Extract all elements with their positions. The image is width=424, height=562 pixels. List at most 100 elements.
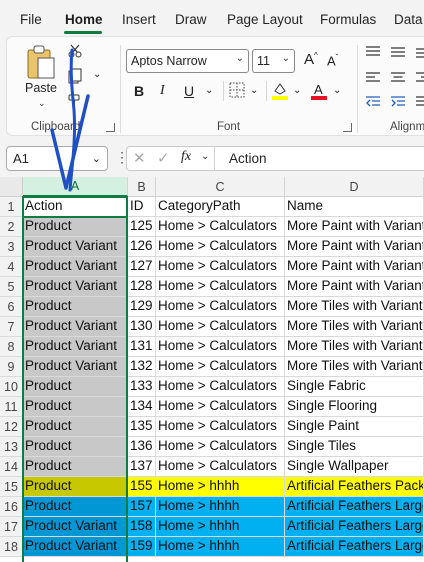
cell-a4[interactable]: Product Variant: [23, 257, 128, 277]
tab-page-layout[interactable]: Page Layout: [227, 12, 303, 27]
cell-b13[interactable]: 136: [128, 437, 156, 457]
cell-b18[interactable]: 159: [128, 537, 156, 557]
cell-c15[interactable]: Home > hhhh: [156, 477, 285, 497]
cell-d10[interactable]: Single Fabric: [285, 377, 424, 397]
cell-c9[interactable]: Home > Calculators: [156, 357, 285, 377]
cell-c1[interactable]: CategoryPath: [156, 197, 285, 217]
cell-b16[interactable]: 157: [128, 497, 156, 517]
cell-b15[interactable]: 155: [128, 477, 156, 497]
borders-icon[interactable]: [228, 81, 246, 99]
cell-c8[interactable]: Home > Calculators: [156, 337, 285, 357]
cell-d15[interactable]: Artificial Feathers Pack: [285, 477, 424, 497]
cell-d3[interactable]: More Paint with Variant: [285, 237, 424, 257]
row-header[interactable]: 17: [0, 517, 23, 537]
cell-c3[interactable]: Home > Calculators: [156, 237, 285, 257]
paste-icon[interactable]: [23, 43, 59, 81]
cell-c2[interactable]: Home > Calculators: [156, 217, 285, 237]
row-header[interactable]: 7: [0, 317, 23, 337]
cell-c7[interactable]: Home > Calculators: [156, 317, 285, 337]
format-painter-icon[interactable]: [67, 93, 83, 109]
cell-a9[interactable]: Product Variant: [23, 357, 128, 377]
underline-dropdown-chevron-icon[interactable]: ⌄: [205, 85, 213, 96]
cell-b2[interactable]: 125: [128, 217, 156, 237]
name-box[interactable]: A1 ⌄: [6, 146, 108, 171]
cell-a2[interactable]: Product: [23, 217, 128, 237]
cell-c4[interactable]: Home > Calculators: [156, 257, 285, 277]
cell-b4[interactable]: 127: [128, 257, 156, 277]
cell-b12[interactable]: 135: [128, 417, 156, 437]
enter-icon[interactable]: ✓: [157, 149, 170, 167]
cell-d17[interactable]: Artificial Feathers Large: [285, 517, 424, 537]
row-header[interactable]: 15: [0, 477, 23, 497]
decrease-indent-icon[interactable]: [365, 95, 381, 109]
tab-insert[interactable]: Insert: [122, 12, 156, 27]
row-header[interactable]: 11: [0, 397, 23, 417]
cell-a18[interactable]: Product Variant: [23, 537, 128, 557]
row-header[interactable]: 2: [0, 217, 23, 237]
cell-c12[interactable]: Home > Calculators: [156, 417, 285, 437]
cell-b14[interactable]: 137: [128, 457, 156, 477]
cell-c14[interactable]: Home > Calculators: [156, 457, 285, 477]
tab-formulas[interactable]: Formulas: [320, 12, 376, 27]
fill-color-icon[interactable]: [271, 81, 289, 101]
cell-b1[interactable]: ID: [128, 197, 156, 217]
cut-icon[interactable]: [67, 43, 83, 59]
row-header[interactable]: 8: [0, 337, 23, 357]
cell-d4[interactable]: More Paint with Variant: [285, 257, 424, 277]
row-header[interactable]: 6: [0, 297, 23, 317]
row-header[interactable]: 16: [0, 497, 23, 517]
cell-b5[interactable]: 128: [128, 277, 156, 297]
tab-file[interactable]: File: [20, 12, 42, 27]
cell-a6[interactable]: Product: [23, 297, 128, 317]
cell-d16[interactable]: Artificial Feathers Large: [285, 497, 424, 517]
cell-c18[interactable]: Home > hhhh: [156, 537, 285, 557]
cell-a12[interactable]: Product: [23, 417, 128, 437]
cell-b8[interactable]: 131: [128, 337, 156, 357]
cell-a3[interactable]: Product Variant: [23, 237, 128, 257]
cell-a16[interactable]: Product: [23, 497, 128, 517]
cancel-icon[interactable]: ✕: [133, 149, 146, 167]
row-header[interactable]: 10: [0, 377, 23, 397]
cell-d13[interactable]: Single Tiles: [285, 437, 424, 457]
tab-data[interactable]: Data: [394, 12, 423, 27]
row-header[interactable]: 4: [0, 257, 23, 277]
worksheet-grid[interactable]: A B C D 1 Action ID CategoryPath Name 2 Product 125…: [0, 177, 424, 562]
column-header-d[interactable]: D: [285, 177, 424, 197]
paste-button-label[interactable]: Paste: [25, 81, 57, 95]
cell-c16[interactable]: Home > hhhh: [156, 497, 285, 517]
bottom-align-icon[interactable]: [415, 45, 424, 59]
align-right-icon[interactable]: [415, 71, 424, 85]
cell-d2[interactable]: More Paint with Variant: [285, 217, 424, 237]
tab-draw[interactable]: Draw: [175, 12, 207, 27]
cell-a13[interactable]: Product: [23, 437, 128, 457]
copy-icon[interactable]: [67, 67, 83, 85]
select-all-button[interactable]: [0, 177, 23, 197]
cell-a15[interactable]: Product: [23, 477, 128, 497]
font-color-icon[interactable]: A: [310, 81, 328, 101]
borders-dropdown-chevron-icon[interactable]: ⌄: [250, 85, 258, 96]
cell-b10[interactable]: 133: [128, 377, 156, 397]
cell-d11[interactable]: Single Flooring: [285, 397, 424, 417]
font-size-combo[interactable]: 11 ⌄: [252, 49, 295, 73]
cell-d18[interactable]: Artificial Feathers Large: [285, 537, 424, 557]
cell-d12[interactable]: Single Paint: [285, 417, 424, 437]
column-header-b[interactable]: B: [128, 177, 156, 197]
decrease-font-size-icon[interactable]: Aˇ: [327, 53, 338, 68]
row-header[interactable]: 12: [0, 417, 23, 437]
cell-a1[interactable]: Action: [23, 197, 128, 217]
row-header[interactable]: 1: [0, 197, 23, 217]
underline-button[interactable]: U: [184, 83, 194, 99]
cell-c5[interactable]: Home > Calculators: [156, 277, 285, 297]
cell-d1[interactable]: Name: [285, 197, 424, 217]
cell-a17[interactable]: Product Variant: [23, 517, 128, 537]
clipboard-launcher-icon[interactable]: [106, 123, 115, 132]
chevron-down-icon[interactable]: ⌄: [201, 151, 209, 162]
row-header[interactable]: 3: [0, 237, 23, 257]
increase-font-size-icon[interactable]: A^: [304, 51, 318, 68]
cell-a14[interactable]: Product: [23, 457, 128, 477]
cell-a11[interactable]: Product: [23, 397, 128, 417]
cell-d6[interactable]: More Tiles with Variant: [285, 297, 424, 317]
cell-b7[interactable]: 130: [128, 317, 156, 337]
row-header[interactable]: 9: [0, 357, 23, 377]
paste-dropdown-chevron-icon[interactable]: ⌄: [38, 98, 46, 109]
